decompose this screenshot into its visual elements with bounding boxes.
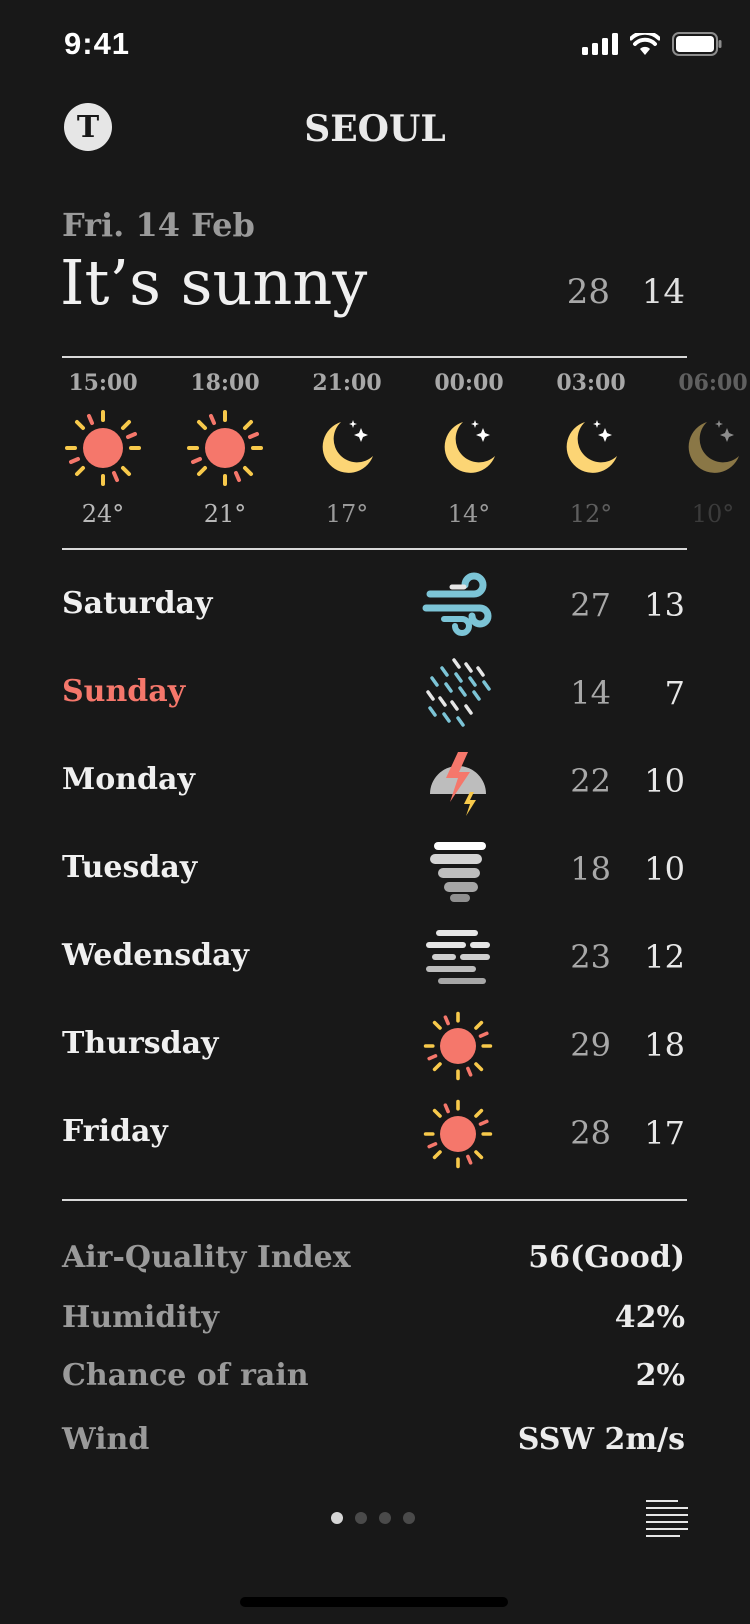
moon-icon <box>307 408 387 488</box>
divider <box>62 548 687 550</box>
moon-icon <box>551 408 631 488</box>
hourly-item: 03:00 12° <box>530 370 652 528</box>
signal-icon <box>582 33 618 55</box>
detail-label: Air-Quality Index <box>62 1240 351 1275</box>
day-low: 10 <box>644 762 685 800</box>
daily-row[interactable]: Sunday 14 7 <box>62 654 687 734</box>
daily-row[interactable]: Monday 22 10 <box>62 742 687 822</box>
hour-temp: 21° <box>203 500 247 528</box>
home-indicator[interactable] <box>240 1597 508 1607</box>
day-low: 18 <box>644 1026 685 1064</box>
day-name: Monday <box>62 762 195 797</box>
hour-time: 03:00 <box>556 370 626 396</box>
day-low: 12 <box>644 938 685 976</box>
day-low: 13 <box>644 586 685 624</box>
detail-value: 42% <box>614 1300 685 1335</box>
hour-time: 21:00 <box>312 370 382 396</box>
page-dot[interactable] <box>355 1512 367 1524</box>
daily-row[interactable]: Saturday 27 13 <box>62 566 687 646</box>
detail-label: Wind <box>62 1422 150 1457</box>
day-high: 14 <box>570 674 611 712</box>
day-name: Tuesday <box>62 850 198 885</box>
hour-temp: 12° <box>569 500 613 528</box>
hourly-forecast[interactable]: 15:00 24° 18:00 21° 21:00 17° 00:00 14° … <box>42 370 750 540</box>
hour-time: 06:00 <box>678 370 748 396</box>
page-indicator[interactable] <box>331 1512 415 1524</box>
day-high: 27 <box>570 586 611 624</box>
day-name: Wedensday <box>62 938 249 973</box>
divider <box>62 1199 687 1201</box>
day-high: 29 <box>570 1026 611 1064</box>
hour-time: 18:00 <box>190 370 260 396</box>
fog-icon <box>426 930 490 984</box>
status-icons <box>582 32 722 56</box>
day-name: Saturday <box>62 586 213 621</box>
daily-row[interactable]: Thursday 29 18 <box>62 1006 687 1086</box>
day-low: 10 <box>644 850 685 888</box>
city-title: SEOUL <box>304 108 446 150</box>
page-dot[interactable] <box>331 1512 343 1524</box>
detail-label: Humidity <box>62 1300 219 1335</box>
battery-icon <box>672 32 722 56</box>
day-name: Friday <box>62 1114 168 1149</box>
sun-icon <box>63 408 143 488</box>
sun-icon <box>422 1010 494 1082</box>
day-low: 7 <box>664 674 685 712</box>
daily-row[interactable]: Tuesday 18 10 <box>62 830 687 910</box>
current-date: Fri. 14 Feb <box>62 206 255 244</box>
daily-row[interactable]: Friday 28 17 <box>62 1094 687 1174</box>
today-low: 14 <box>641 272 685 312</box>
hourly-item: 21:00 17° <box>286 370 408 528</box>
hourly-item: 15:00 24° <box>42 370 164 528</box>
moon-icon <box>429 408 509 488</box>
day-name: Sunday <box>62 674 186 709</box>
rain-icon <box>426 658 491 727</box>
sun-icon <box>422 1098 494 1170</box>
hour-temp: 24° <box>81 500 125 528</box>
status-time: 9:41 <box>64 26 131 61</box>
hour-temp: 17° <box>325 500 369 528</box>
thunderstorm-icon <box>430 752 486 816</box>
detail-value: SSW 2m/s <box>517 1422 685 1457</box>
hour-temp: 14° <box>447 500 491 528</box>
page-dot[interactable] <box>379 1512 391 1524</box>
moon-icon <box>673 408 750 488</box>
divider <box>62 356 687 358</box>
hourly-item: 06:00 10° <box>652 370 750 528</box>
page-dot[interactable] <box>403 1512 415 1524</box>
detail-label: Chance of rain <box>62 1358 309 1393</box>
wind-icon <box>422 572 492 636</box>
hour-temp: 10° <box>691 500 735 528</box>
detail-chance-of-rain: Chance of rain 2% <box>62 1354 687 1398</box>
detail-humidity: Humidity 42% <box>62 1296 687 1340</box>
hour-time: 15:00 <box>68 370 138 396</box>
tornado-icon <box>430 842 486 902</box>
hourly-item: 00:00 14° <box>408 370 530 528</box>
day-high: 23 <box>570 938 611 976</box>
detail-value: 2% <box>635 1358 685 1393</box>
hour-time: 00:00 <box>434 370 504 396</box>
day-low: 17 <box>644 1114 685 1152</box>
daily-row[interactable]: Wedensday 23 12 <box>62 918 687 998</box>
today-high: 28 <box>566 272 610 312</box>
day-high: 22 <box>570 762 611 800</box>
day-high: 18 <box>570 850 611 888</box>
day-name: Thursday <box>62 1026 219 1061</box>
detail-wind: Wind SSW 2m/s <box>62 1418 687 1462</box>
hourly-item: 18:00 21° <box>164 370 286 528</box>
menu-icon[interactable] <box>642 1498 688 1538</box>
detail-value: 56(Good) <box>528 1240 685 1275</box>
detail-air-quality: Air-Quality Index 56(Good) <box>62 1236 687 1280</box>
current-condition: It’s sunny <box>60 246 368 319</box>
wifi-icon <box>630 33 660 55</box>
day-high: 28 <box>570 1114 611 1152</box>
sun-icon <box>185 408 265 488</box>
